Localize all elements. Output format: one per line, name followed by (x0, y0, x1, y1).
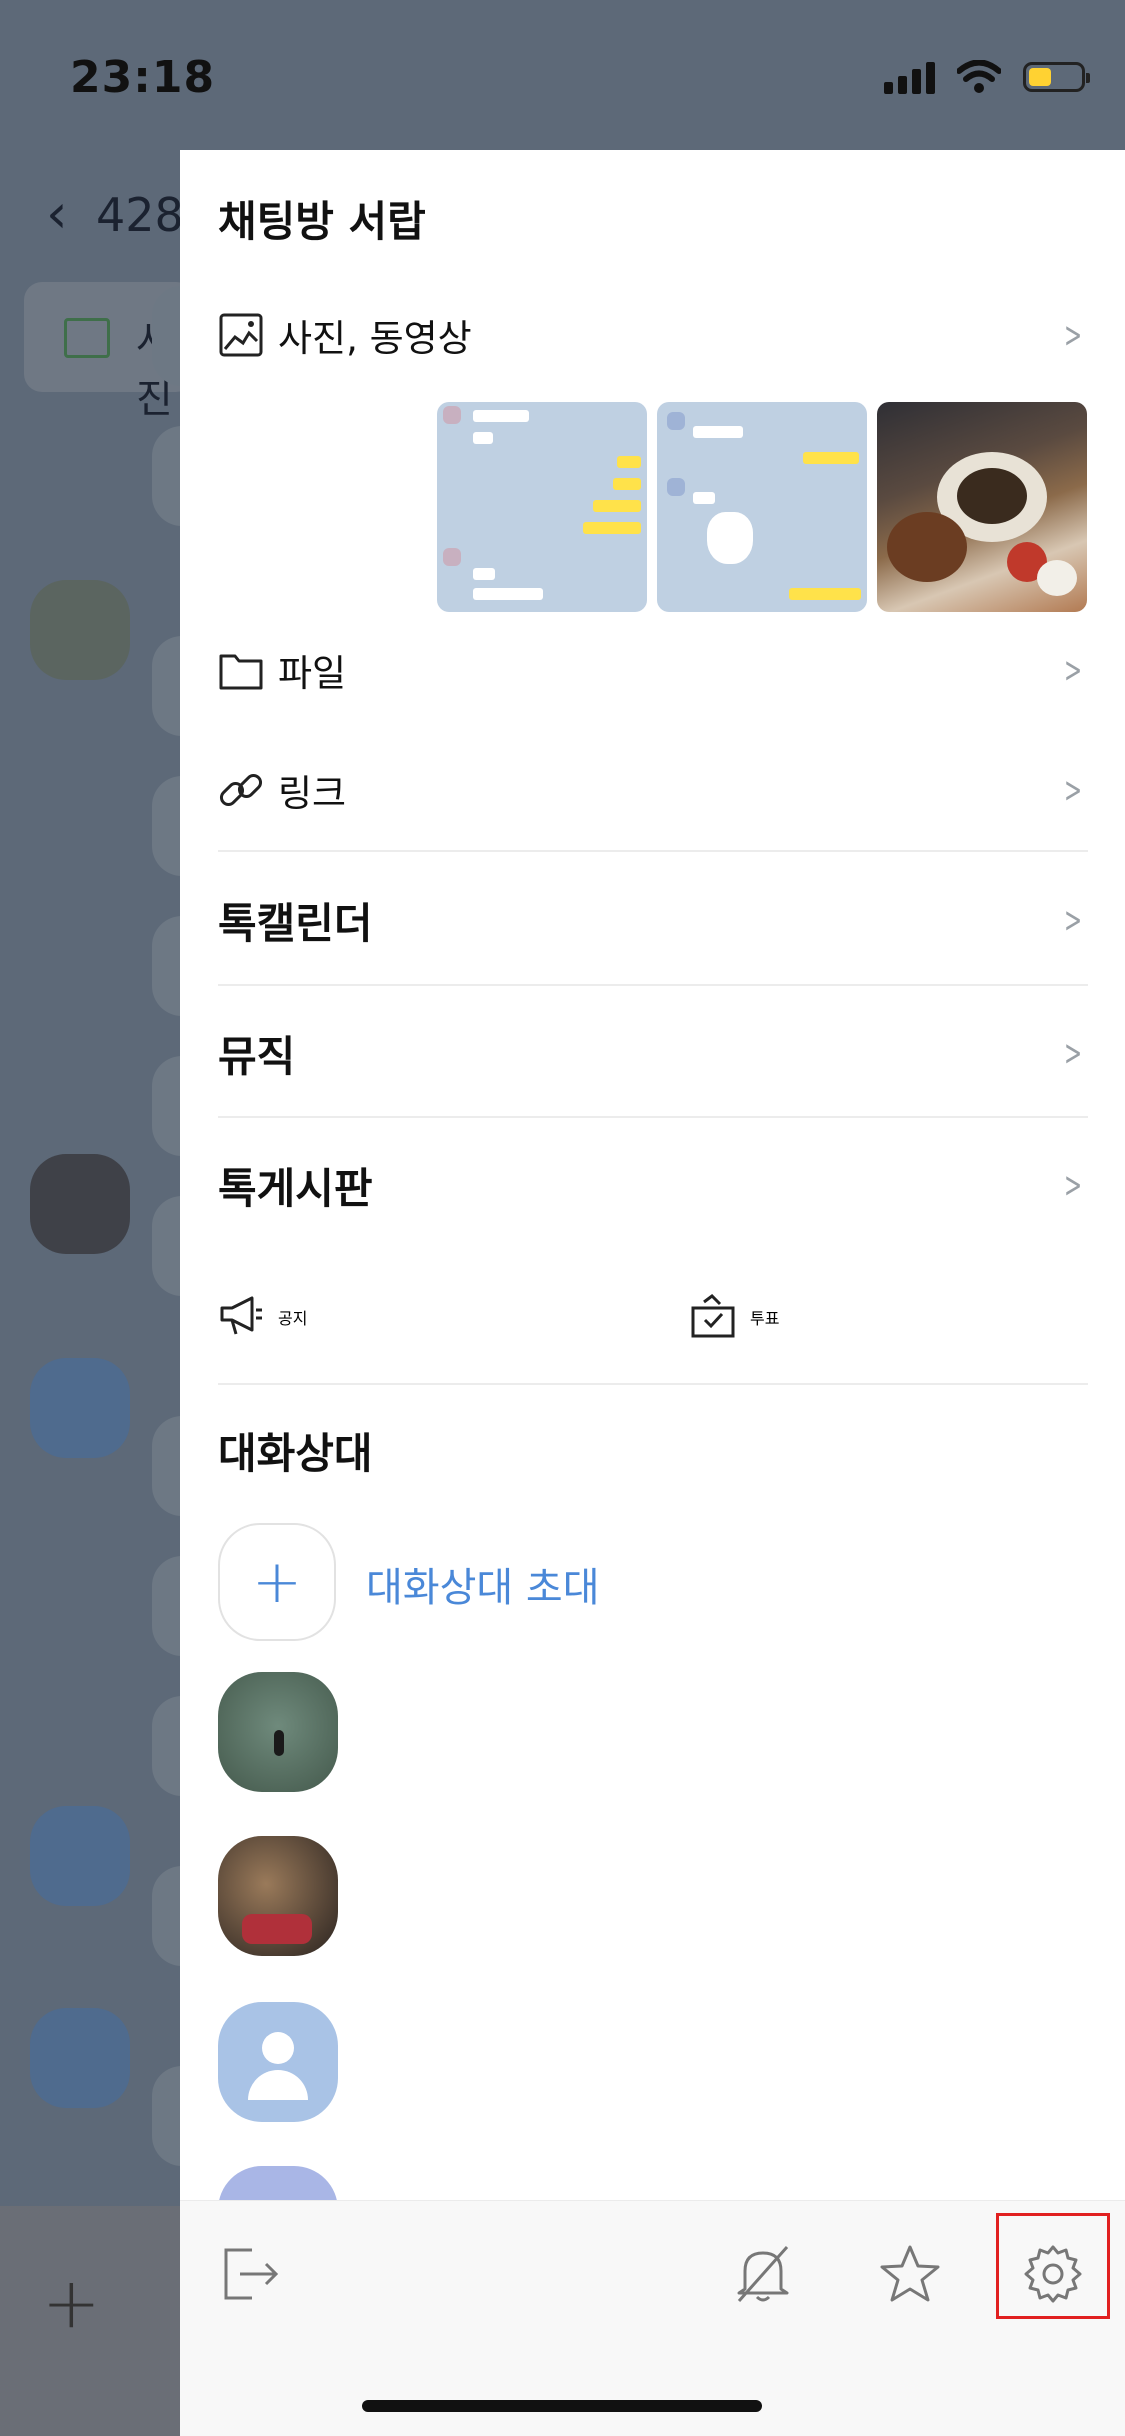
chevron-right-icon: > (1063, 769, 1082, 811)
chat-input-bar: + (0, 2206, 180, 2436)
star-icon[interactable] (875, 2239, 945, 2309)
chat-drawer-panel: 채팅방 서랍 사진, 동영상 > 파일 > 링크 > 톡캘린더 > 뮤직 > 톡… (180, 150, 1125, 2436)
wifi-icon (957, 60, 1001, 93)
avatar (30, 1358, 130, 1458)
divider (218, 1383, 1088, 1385)
invite-member-label[interactable]: 대화상대 초대 (366, 1555, 600, 1613)
media-row[interactable]: 사진, 동영상 > (218, 300, 1088, 370)
members-section-title: 대화상대 (218, 1429, 373, 1478)
gear-highlight-box (996, 2213, 1110, 2319)
invite-member-button[interactable]: + (218, 1523, 336, 1641)
link-icon (218, 767, 264, 813)
notice-label: 공지 (278, 1309, 308, 1328)
music-label: 뮤직 (218, 1031, 296, 1081)
battery-icon (1023, 62, 1090, 92)
chevron-right-icon: > (1063, 1164, 1082, 1206)
drawer-bottom-toolbar (180, 2200, 1125, 2436)
folder-icon (218, 647, 264, 693)
cellular-signal-icon (884, 60, 935, 94)
avatar (30, 2008, 130, 2108)
status-icons (884, 60, 1090, 94)
plus-icon: + (42, 2262, 101, 2344)
drawer-title: 채팅방 서랍 (218, 197, 426, 246)
leave-icon[interactable] (216, 2239, 286, 2309)
avatar (30, 580, 130, 680)
divider (218, 850, 1088, 852)
member-avatar[interactable] (218, 1672, 338, 1792)
talk-board-row[interactable]: 톡게시판 > (218, 1150, 1088, 1220)
bell-off-icon[interactable] (728, 2239, 798, 2309)
files-row[interactable]: 파일 > (218, 635, 1088, 705)
image-icon (218, 312, 264, 358)
poll-button[interactable]: 투표 (690, 1282, 779, 1352)
member-avatar[interactable] (218, 1836, 338, 1956)
media-thumbnails (437, 402, 1087, 612)
chevron-right-icon: > (1063, 1032, 1082, 1074)
media-label: 사진, 동영상 (278, 317, 472, 360)
poll-label: 투표 (750, 1309, 780, 1328)
links-row[interactable]: 링크 > (218, 755, 1088, 825)
media-thumbnail[interactable] (877, 402, 1087, 612)
back-chevron-icon: ‹ (46, 182, 68, 245)
links-label: 링크 (278, 772, 347, 815)
poll-icon (690, 1294, 736, 1340)
home-indicator[interactable] (362, 2400, 762, 2412)
member-avatar[interactable] (218, 2002, 338, 2122)
music-row[interactable]: 뮤직 > (218, 1018, 1088, 1088)
talk-calendar-row[interactable]: 톡캘린더 > (218, 885, 1088, 955)
avatar (30, 1154, 130, 1254)
media-thumbnail[interactable] (437, 402, 647, 612)
background-chat: ‹ 428 사진 + (0, 96, 212, 2436)
divider (218, 1116, 1088, 1118)
megaphone-icon (218, 1294, 264, 1340)
plus-icon: + (251, 1547, 303, 1617)
divider (218, 984, 1088, 986)
chevron-right-icon: > (1063, 649, 1082, 691)
talk-calendar-label: 톡캘린더 (218, 898, 373, 948)
chevron-right-icon: > (1063, 899, 1082, 941)
notice-button[interactable]: 공지 (218, 1282, 307, 1352)
files-label: 파일 (278, 652, 347, 695)
chevron-right-icon: > (1063, 314, 1082, 356)
talk-board-label: 톡게시판 (218, 1163, 373, 1213)
media-thumbnail[interactable] (657, 402, 867, 612)
chat-title: 428 (96, 188, 184, 242)
avatar (30, 1806, 130, 1906)
image-icon (64, 318, 110, 358)
